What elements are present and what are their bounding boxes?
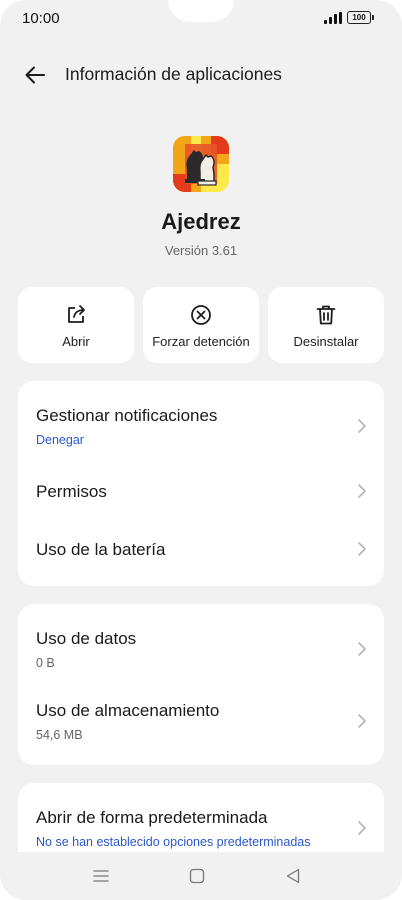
settings-card-2: Uso de datos 0 B Uso de almacenamiento 5… bbox=[18, 604, 384, 765]
uninstall-label: Desinstalar bbox=[293, 334, 359, 349]
app-version: Versión 3.61 bbox=[164, 243, 238, 258]
battery-icon: 100 bbox=[347, 11, 374, 24]
open-button[interactable]: Abrir bbox=[18, 287, 134, 363]
chevron-right-icon bbox=[358, 714, 366, 728]
chevron-right-icon bbox=[358, 542, 366, 556]
open-by-default-title: Abrir de forma predeterminada bbox=[36, 808, 268, 827]
page-title: Información de aplicaciones bbox=[65, 64, 282, 84]
force-stop-label: Forzar detención bbox=[152, 334, 250, 349]
navigation-bar bbox=[0, 852, 402, 900]
chevron-right-icon bbox=[358, 821, 366, 835]
data-usage-row[interactable]: Uso de datos 0 B bbox=[18, 604, 384, 684]
storage-usage-value: 54,6 MB bbox=[36, 728, 83, 742]
chevron-right-icon bbox=[358, 419, 366, 433]
data-usage-title: Uso de datos bbox=[36, 629, 137, 648]
force-stop-icon bbox=[189, 303, 213, 327]
permissions-title: Permisos bbox=[36, 482, 107, 501]
open-by-default-status: No se han establecido opciones predeterm… bbox=[36, 835, 311, 849]
storage-usage-title: Uso de almacenamiento bbox=[36, 701, 220, 720]
open-external-icon bbox=[64, 303, 88, 327]
battery-usage-title: Uso de la batería bbox=[36, 540, 166, 559]
storage-usage-row[interactable]: Uso de almacenamiento 54,6 MB bbox=[18, 684, 384, 765]
home-square-icon[interactable] bbox=[187, 866, 207, 886]
chess-knights-icon bbox=[173, 136, 229, 192]
chevron-right-icon bbox=[358, 642, 366, 656]
data-usage-value: 0 B bbox=[36, 656, 55, 670]
app-name: Ajedrez bbox=[161, 209, 241, 234]
phone-screen: 10:00 100 Información de aplicaciones Aj… bbox=[0, 0, 402, 900]
uninstall-button[interactable]: Desinstalar bbox=[268, 287, 384, 363]
back-triangle-icon[interactable] bbox=[283, 866, 303, 886]
arrow-left-icon[interactable] bbox=[22, 62, 48, 88]
trash-icon bbox=[314, 303, 338, 327]
chevron-right-icon bbox=[358, 484, 366, 498]
status-bar: 10:00 100 bbox=[0, 0, 402, 36]
force-stop-button[interactable]: Forzar detención bbox=[143, 287, 259, 363]
status-time: 10:00 bbox=[22, 10, 60, 27]
notifications-status: Denegar bbox=[36, 433, 84, 447]
settings-card-1: Gestionar notificaciones Denegar Permiso… bbox=[18, 381, 384, 586]
notifications-title: Gestionar notificaciones bbox=[36, 406, 218, 425]
open-button-label: Abrir bbox=[62, 334, 90, 349]
battery-usage-row[interactable]: Uso de la batería bbox=[18, 529, 384, 569]
camera-notch bbox=[168, 0, 234, 22]
signal-icon bbox=[324, 12, 342, 24]
notifications-row[interactable]: Gestionar notificaciones Denegar bbox=[18, 381, 384, 471]
permissions-row[interactable]: Permisos bbox=[18, 471, 384, 511]
menu-icon[interactable] bbox=[91, 866, 111, 886]
